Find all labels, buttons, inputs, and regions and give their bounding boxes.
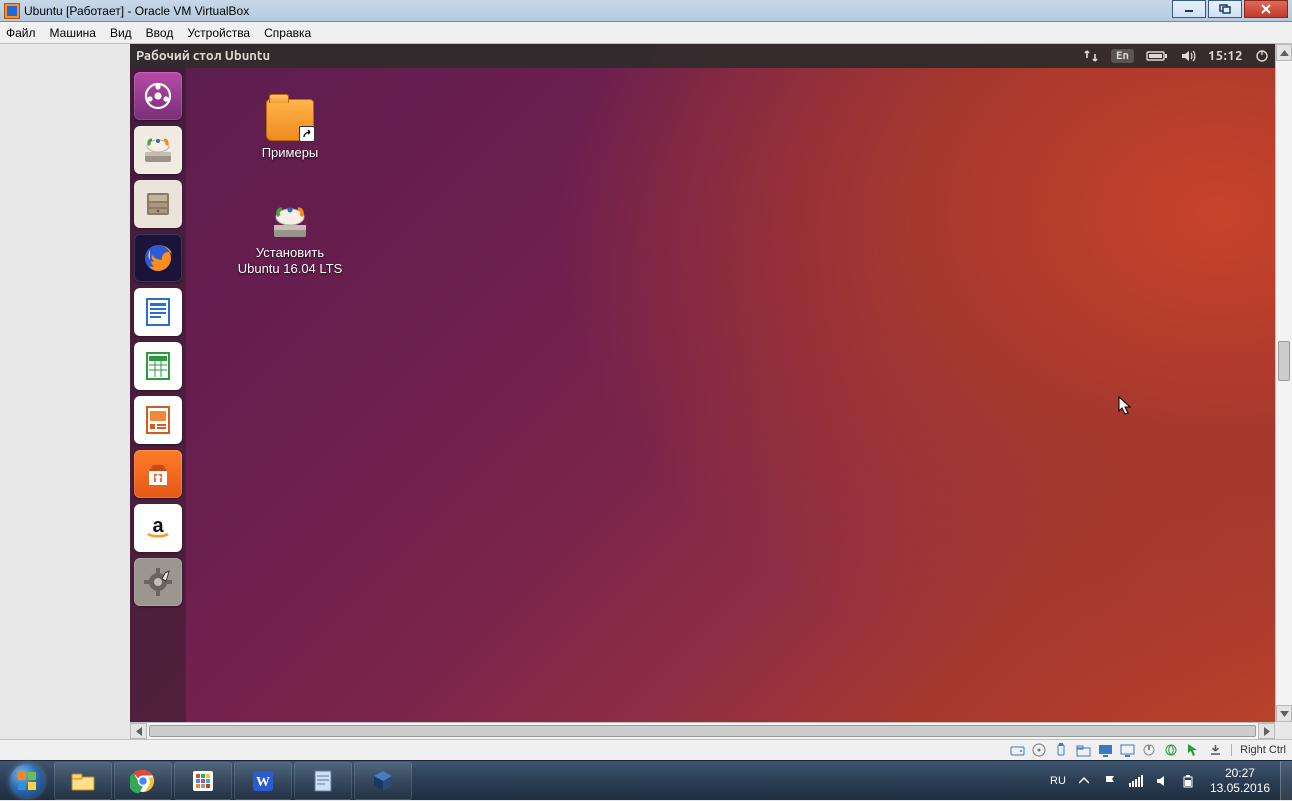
host-key-label[interactable]: Right Ctrl — [1231, 744, 1286, 756]
maximize-button[interactable] — [1208, 0, 1242, 18]
menu-help[interactable]: Справка — [264, 26, 311, 40]
virtualbox-icon — [4, 3, 20, 19]
scrollbar-track[interactable] — [147, 723, 1258, 739]
status-cd-icon[interactable] — [1031, 742, 1047, 758]
taskbar-clock[interactable]: 20:27 13.05.2016 — [1200, 766, 1280, 795]
close-button[interactable] — [1244, 0, 1288, 18]
system-tray: RU — [1046, 773, 1200, 789]
host-window-titlebar: Ubuntu [Работает] - Oracle VM VirtualBox — [0, 0, 1292, 22]
sound-icon[interactable] — [1180, 49, 1196, 63]
ubuntu-top-panel: Рабочий стол Ubuntu En 15:12 — [130, 44, 1275, 68]
taskbar-word[interactable]: W — [234, 762, 292, 800]
folder-icon — [266, 99, 314, 141]
status-usb-icon[interactable] — [1053, 742, 1069, 758]
show-desktop-button[interactable] — [1280, 761, 1292, 801]
scrollbar-down-arrow[interactable] — [1276, 705, 1292, 722]
scrollbar-thumb[interactable] — [149, 725, 1256, 737]
status-network-icon[interactable] — [1163, 742, 1179, 758]
menu-devices[interactable]: Устройства — [187, 26, 250, 40]
session-icon[interactable] — [1255, 49, 1269, 63]
tray-flag-icon[interactable] — [1102, 773, 1118, 789]
scrollbar-thumb[interactable] — [1278, 341, 1290, 381]
taskbar-app-grid[interactable] — [174, 762, 232, 800]
tray-network-icon[interactable] — [1128, 773, 1144, 789]
minimize-button[interactable] — [1172, 0, 1206, 18]
battery-icon[interactable] — [1146, 50, 1168, 62]
tray-date: 13.05.2016 — [1210, 781, 1270, 795]
launcher-software[interactable] — [134, 450, 182, 498]
desktop-icon-label: Примеры — [262, 145, 319, 161]
window-caption-buttons — [1172, 0, 1288, 18]
svg-text:a: a — [152, 515, 164, 537]
indicator-area: En 15:12 — [1083, 49, 1269, 63]
shortcut-arrow-icon — [299, 126, 315, 142]
taskbar-notepad[interactable] — [294, 762, 352, 800]
status-keyboard-icon[interactable] — [1207, 742, 1223, 758]
vm-vertical-scrollbar[interactable] — [1275, 44, 1292, 722]
taskbar-chrome[interactable] — [114, 762, 172, 800]
windows-taskbar: W RU 20:27 13.05.2016 — [0, 760, 1292, 800]
tray-time: 20:27 — [1210, 766, 1270, 780]
network-icon[interactable] — [1083, 49, 1099, 63]
scrollbar-up-arrow[interactable] — [1276, 44, 1292, 61]
launcher-settings[interactable] — [134, 558, 182, 606]
taskbar-virtualbox[interactable] — [354, 762, 412, 800]
status-shared-folder-icon[interactable] — [1075, 742, 1091, 758]
launcher-dash[interactable] — [134, 72, 182, 120]
launcher-writer[interactable] — [134, 288, 182, 336]
menu-file[interactable]: Файл — [6, 26, 36, 40]
tray-lang[interactable]: RU — [1050, 775, 1066, 787]
scrollbar-left-arrow[interactable] — [130, 723, 147, 739]
status-vrde-icon[interactable] — [1141, 742, 1157, 758]
tray-power-icon[interactable] — [1180, 773, 1196, 789]
panel-title: Рабочий стол Ubuntu — [136, 49, 270, 63]
launcher-firefox[interactable] — [134, 234, 182, 282]
taskbar-explorer[interactable] — [54, 762, 112, 800]
window-title: Ubuntu [Работает] - Oracle VM VirtualBox — [24, 4, 249, 18]
mouse-cursor-icon — [1118, 396, 1132, 416]
unity-launcher: a — [130, 68, 186, 722]
clock-indicator[interactable]: 15:12 — [1208, 49, 1243, 63]
windows-logo-icon — [10, 764, 44, 798]
virtualbox-menubar: Файл Машина Вид Ввод Устройства Справка — [0, 22, 1292, 44]
guest-display[interactable]: Рабочий стол Ubuntu En 15:12 — [130, 44, 1275, 722]
menu-machine[interactable]: Машина — [50, 26, 96, 40]
scrollbar-track[interactable] — [1276, 61, 1292, 705]
tray-show-hidden-icon[interactable] — [1076, 773, 1092, 789]
launcher-installer-drive[interactable] — [134, 126, 182, 174]
vm-horizontal-scrollbar[interactable] — [130, 722, 1275, 739]
menu-input[interactable]: Ввод — [146, 26, 174, 40]
vm-display-frame: Рабочий стол Ubuntu En 15:12 — [0, 44, 1292, 739]
keyboard-indicator[interactable]: En — [1111, 49, 1134, 63]
launcher-impress[interactable] — [134, 396, 182, 444]
launcher-calc[interactable] — [134, 342, 182, 390]
scrollbar-right-arrow[interactable] — [1258, 723, 1275, 739]
svg-text:W: W — [256, 775, 270, 790]
status-display2-icon[interactable] — [1119, 742, 1135, 758]
tray-sound-icon[interactable] — [1154, 773, 1170, 789]
installer-icon — [266, 199, 314, 241]
status-display-icon[interactable] — [1097, 742, 1113, 758]
desktop-icon-examples[interactable]: Примеры — [230, 99, 350, 161]
launcher-amazon[interactable]: a — [134, 504, 182, 552]
status-hdd-icon[interactable] — [1009, 742, 1025, 758]
status-mouse-icon[interactable] — [1185, 742, 1201, 758]
start-button[interactable] — [0, 761, 54, 801]
virtualbox-status-bar: Right Ctrl — [0, 739, 1292, 760]
launcher-files[interactable] — [134, 180, 182, 228]
menu-view[interactable]: Вид — [110, 26, 132, 40]
desktop-icon-label: Установить Ubuntu 16.04 LTS — [238, 245, 343, 276]
desktop-icon-install-ubuntu[interactable]: Установить Ubuntu 16.04 LTS — [230, 199, 350, 276]
